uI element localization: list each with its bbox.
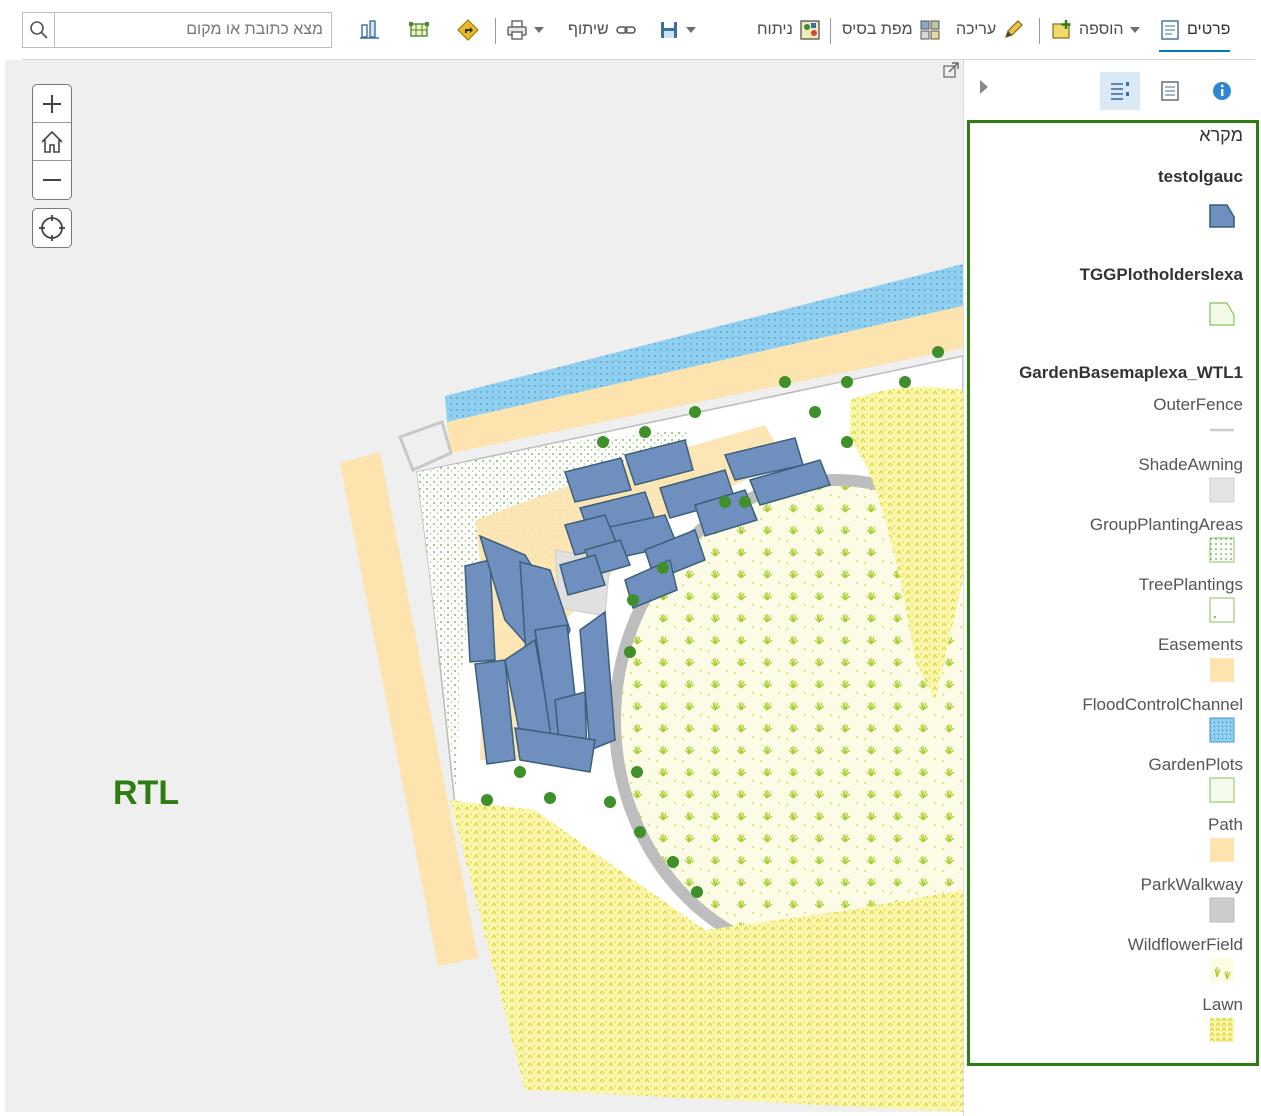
content-icon — [1161, 81, 1179, 101]
legend-swatch — [1209, 302, 1235, 326]
home-icon — [41, 130, 63, 153]
analysis-button[interactable]: ניתוח — [757, 14, 821, 46]
share-button[interactable]: שיתוף — [568, 14, 637, 46]
legend-entry-label: Lawn — [1202, 995, 1243, 1014]
expand-icon[interactable] — [943, 62, 959, 78]
search-button[interactable] — [23, 13, 55, 47]
legend-entry-label: ShadeAwning — [1138, 455, 1243, 474]
legend-swatch — [1209, 897, 1235, 923]
tab-about[interactable] — [1202, 72, 1242, 110]
map-view[interactable]: RTL — [5, 60, 963, 1112]
measure-icon — [360, 20, 379, 39]
details-label: פרטים — [1187, 21, 1231, 38]
legend-entry-label: ParkWalkway — [1140, 875, 1243, 894]
toolbar-separator — [1039, 18, 1040, 44]
basemap-grid-icon — [920, 20, 940, 40]
panel-tabs — [964, 60, 1261, 120]
legend-swatch — [1210, 838, 1234, 862]
zoom-in-button[interactable] — [33, 85, 71, 123]
legend-layer-title: TGGPlotholderslexa — [1079, 265, 1243, 284]
measure-button[interactable] — [359, 14, 381, 46]
legend-entry-label: OuterFence — [1153, 395, 1243, 414]
chevron-down-icon — [534, 27, 544, 33]
toolbar: שיתוף ניתוח — [22, 0, 1255, 60]
search-input[interactable] — [56, 13, 331, 47]
tab-content[interactable] — [1150, 72, 1190, 110]
edit-button[interactable]: עריכה — [956, 14, 1024, 46]
legend-swatch — [1209, 204, 1235, 228]
chevron-down-icon — [1129, 27, 1140, 33]
editor-tool-button[interactable] — [408, 14, 430, 46]
rtl-overlay-label: RTL — [113, 774, 180, 812]
legend-swatch — [1209, 717, 1235, 743]
zoom-out-button[interactable] — [33, 161, 71, 199]
edit-label: עריכה — [956, 21, 997, 38]
home-button[interactable] — [33, 123, 71, 161]
legend-title: מקרא — [1199, 125, 1243, 145]
save-icon — [661, 22, 677, 38]
legend-swatch — [1210, 958, 1234, 982]
legend-icon — [1111, 82, 1129, 100]
legend-swatch — [1209, 597, 1235, 623]
legend-layer-title: GardenBasemaplexa_WTL1 — [1019, 363, 1243, 382]
legend-entry-label: FloodControlChannel — [1082, 695, 1243, 714]
tab-legend[interactable] — [1100, 72, 1140, 110]
basemap-label: מפת בסיס — [842, 21, 913, 38]
toolbar-separator — [830, 18, 831, 44]
locate-button[interactable] — [32, 208, 72, 248]
side-panel: מקרא testolgauc TGGPlotholderslexa Garde… — [963, 60, 1261, 1116]
directions-icon — [457, 19, 479, 41]
pencil-icon — [1005, 20, 1024, 38]
basemap-button[interactable]: מפת בסיס — [842, 14, 941, 46]
add-label: הוספה — [1079, 21, 1124, 38]
legend-swatch — [1209, 777, 1235, 803]
legend-entry-label: TreePlantings — [1138, 575, 1243, 594]
print-icon — [507, 20, 527, 40]
link-icon — [615, 26, 636, 34]
legend-swatch — [1209, 537, 1235, 563]
analysis-label: ניתוח — [757, 21, 793, 38]
grid-edit-icon — [409, 22, 429, 37]
legend-entry-label: GroupPlantingAreas — [1089, 515, 1243, 534]
add-button[interactable]: הוספה — [1051, 14, 1140, 46]
zoom-in-icon — [43, 94, 61, 113]
app-window: שיתוף ניתוח — [0, 0, 1261, 1116]
zoom-out-icon — [43, 179, 61, 181]
save-button[interactable] — [658, 14, 696, 46]
legend-entry-label: GardenPlots — [1148, 755, 1244, 774]
toolbar-separator — [495, 18, 496, 44]
collapse-panel-icon[interactable] — [980, 80, 988, 94]
legend-entry-label: WildflowerField — [1127, 935, 1243, 954]
print-button[interactable] — [506, 14, 544, 46]
legend-swatch — [1209, 477, 1235, 503]
details-icon — [1161, 20, 1179, 40]
legend: מקרא testolgauc TGGPlotholderslexa Garde… — [967, 120, 1259, 1066]
info-icon — [1213, 82, 1231, 100]
legend-swatch — [1210, 658, 1234, 682]
directions-button[interactable] — [457, 14, 479, 46]
search-icon — [29, 21, 48, 39]
details-button[interactable]: פרטים — [1159, 14, 1231, 52]
zoom-controls — [32, 84, 72, 200]
search-box — [22, 12, 332, 48]
legend-entry-label: Path — [1208, 815, 1243, 834]
add-layer-icon — [1052, 20, 1071, 39]
share-label: שיתוף — [568, 21, 609, 38]
locate-icon — [39, 215, 65, 241]
legend-entry-label: Easements — [1157, 635, 1243, 654]
map-canvas — [340, 264, 963, 1112]
analysis-icon — [800, 20, 820, 40]
legend-swatch — [1210, 1018, 1234, 1042]
legend-swatch — [1210, 428, 1234, 432]
legend-layer-title: testolgauc — [1157, 167, 1243, 186]
chevron-down-icon — [686, 27, 696, 33]
